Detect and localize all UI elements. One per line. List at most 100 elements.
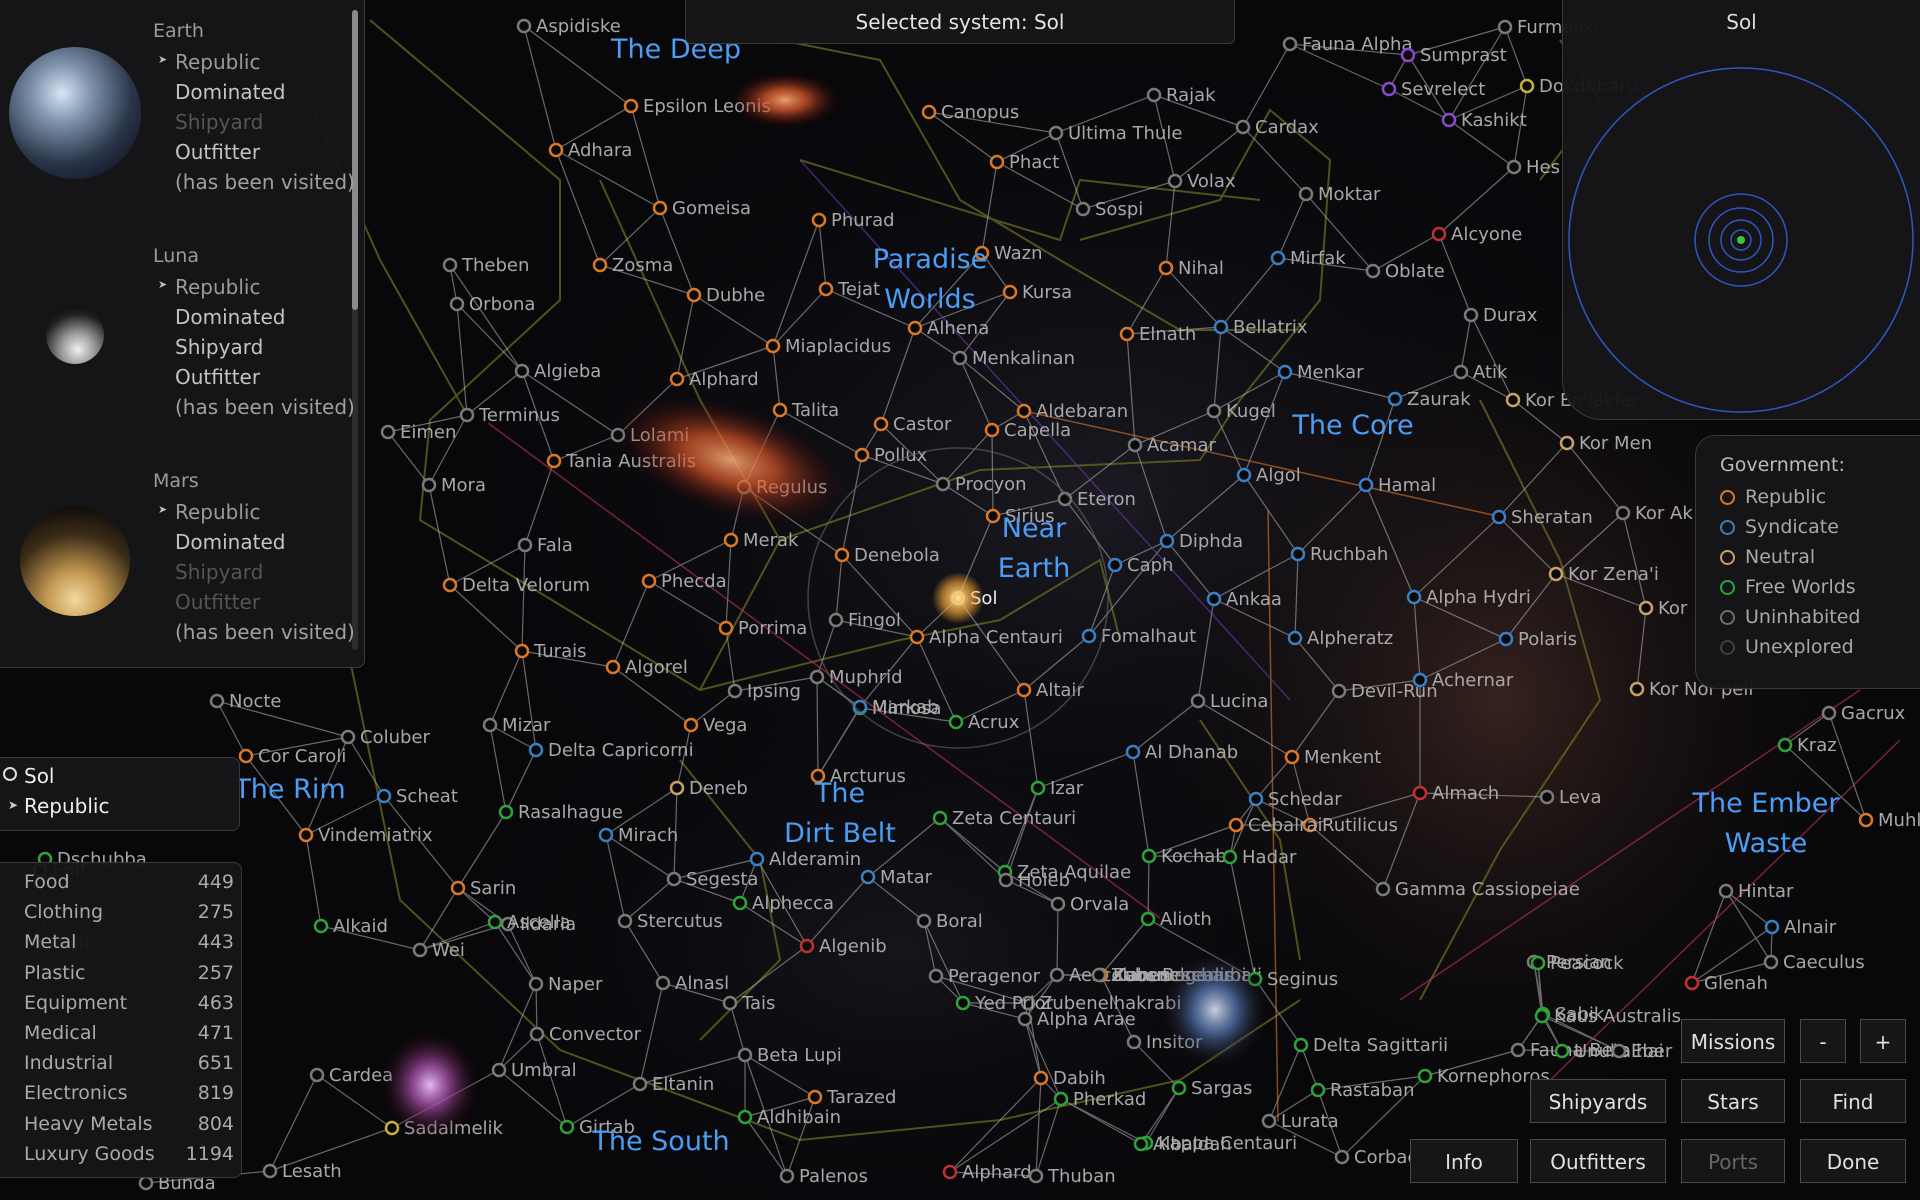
system-label: Eteron	[1077, 489, 1136, 510]
system-marker	[1033, 1070, 1049, 1086]
system-label: Rastaban	[1330, 1080, 1414, 1101]
system-label: Pollux	[874, 445, 928, 466]
nebula-blue	[1160, 950, 1270, 1070]
planet-scrollbar[interactable]	[352, 10, 358, 650]
planet-image[interactable]	[46, 306, 104, 364]
system-label: Alpheratz	[1307, 628, 1393, 649]
star-system[interactable]: Fauna Alpha	[1282, 34, 1412, 55]
star-system[interactable]: Gamma Cassiopeiae	[1375, 879, 1580, 900]
info-button[interactable]: Info	[1410, 1139, 1518, 1183]
system-marker	[1530, 955, 1546, 971]
system-label: Ultima Thule	[1068, 123, 1182, 144]
sol-glow	[932, 572, 984, 624]
system-label: Muphrid	[829, 667, 903, 688]
system-marker	[262, 1163, 278, 1179]
zoom-in-button[interactable]: +	[1860, 1019, 1906, 1063]
star-system[interactable]: Alpha Arae	[1017, 1009, 1136, 1030]
star-system[interactable]: Delta Velorum	[442, 575, 590, 596]
system-label: Mirfak	[1290, 248, 1346, 269]
commodity-row[interactable]: Equipment 463	[24, 992, 234, 1022]
system-label: Hes	[1526, 157, 1560, 178]
system-marker	[807, 1089, 823, 1105]
system-label: Holeb	[1018, 870, 1070, 891]
planet-service-outfitter: Outfitter	[175, 365, 261, 389]
legend-label: Uninhabited	[1745, 606, 1861, 628]
selected-system-label: Selected system: Sol	[855, 10, 1065, 34]
missions-button[interactable]: Missions	[1681, 1019, 1785, 1063]
scrollbar-thumb[interactable]	[352, 10, 358, 310]
planet-government: Republic	[175, 50, 261, 74]
ports-button[interactable]: Ports	[1681, 1139, 1785, 1183]
system-marker	[380, 424, 396, 440]
commodity-row[interactable]: Metal 443	[24, 931, 234, 961]
planet-name[interactable]: Luna	[153, 245, 199, 267]
star-system[interactable]: Ultima Thule	[1048, 123, 1182, 144]
legend-item: Syndicate	[1720, 516, 1839, 538]
system-label: Schedar	[1268, 789, 1342, 810]
star-system[interactable]: Alpha Centauri	[909, 627, 1063, 648]
system-marker	[989, 154, 1005, 170]
system-label: Bellatrix	[1233, 317, 1308, 338]
star-system[interactable]: Miaplacidus	[765, 336, 891, 357]
system-label: Rutilicus	[1322, 815, 1398, 836]
mini-map-title: Sol	[1726, 10, 1757, 34]
planet-service-outfitter: Outfitter	[175, 590, 261, 614]
system-marker	[683, 717, 699, 733]
star-system[interactable]: Delta Capricorni	[528, 740, 694, 761]
system-label: Oblate	[1385, 261, 1445, 282]
system-label: Eimen	[400, 422, 456, 443]
system-marker	[722, 995, 738, 1011]
system-marker	[376, 788, 392, 804]
planet-image[interactable]	[20, 506, 130, 616]
system-label: Ipsing	[747, 681, 801, 702]
star-system[interactable]: Alpha Hydri	[1406, 587, 1531, 608]
commodity-row[interactable]: Industrial 651	[24, 1052, 234, 1082]
planet-name[interactable]: Earth	[153, 20, 204, 42]
planet-image[interactable]	[9, 47, 141, 179]
system-marker	[298, 827, 314, 843]
system-marker	[449, 296, 465, 312]
system-icon	[3, 767, 17, 781]
system-marker	[1261, 1113, 1277, 1129]
planet-name[interactable]: Mars	[153, 470, 199, 492]
commodity-row[interactable]: Electronics 819	[24, 1082, 234, 1112]
legend-swatch-icon	[1720, 520, 1735, 535]
system-marker	[1777, 737, 1793, 753]
commodity-row[interactable]: Heavy Metals 804	[24, 1113, 234, 1143]
system-marker	[528, 742, 544, 758]
commodity-row[interactable]: Clothing 275	[24, 901, 234, 931]
done-button[interactable]: Done	[1800, 1139, 1906, 1183]
system-marker	[1213, 319, 1229, 335]
system-marker	[1293, 1037, 1309, 1053]
star-system[interactable]: Menkalinan	[952, 348, 1075, 369]
find-button[interactable]: Find	[1800, 1079, 1906, 1123]
system-marker	[772, 402, 788, 418]
commodity-row[interactable]: Luxury Goods 1194	[24, 1143, 234, 1173]
system-marker	[459, 407, 475, 423]
commodity-row[interactable]: Medical 471	[24, 1022, 234, 1052]
stars-button[interactable]: Stars	[1681, 1079, 1785, 1123]
star-system[interactable]: Rasalhague	[498, 802, 623, 823]
star-system[interactable]: Kaus Australis	[1534, 1006, 1681, 1027]
system-marker	[528, 976, 544, 992]
system-marker	[617, 913, 633, 929]
zoom-out-button[interactable]: -	[1800, 1019, 1846, 1063]
system-marker	[309, 1067, 325, 1083]
system-label: Wei	[432, 940, 465, 961]
star-system[interactable]: Vindemiatrix	[298, 825, 433, 846]
commodity-row[interactable]: Plastic 257	[24, 962, 234, 992]
star-system[interactable]: Delta Sagittarii	[1293, 1035, 1448, 1056]
system-marker	[1381, 81, 1397, 97]
planet-service-dominated: Dominated	[175, 80, 286, 104]
system-label: Convector	[549, 1024, 642, 1045]
system-marker	[955, 995, 971, 1011]
system-marker	[669, 780, 685, 796]
system-marker	[598, 827, 614, 843]
star-system[interactable]: Zeta Centauri	[932, 808, 1076, 829]
system-label: Castor	[893, 414, 952, 435]
commodity-row[interactable]: Food 449	[24, 871, 234, 901]
outfitters-button[interactable]: Outfitters	[1530, 1139, 1666, 1183]
planet-service-shipyard: Shipyard	[175, 560, 264, 584]
system-label: Alkaid	[333, 916, 388, 937]
shipyards-button[interactable]: Shipyards	[1530, 1079, 1666, 1123]
